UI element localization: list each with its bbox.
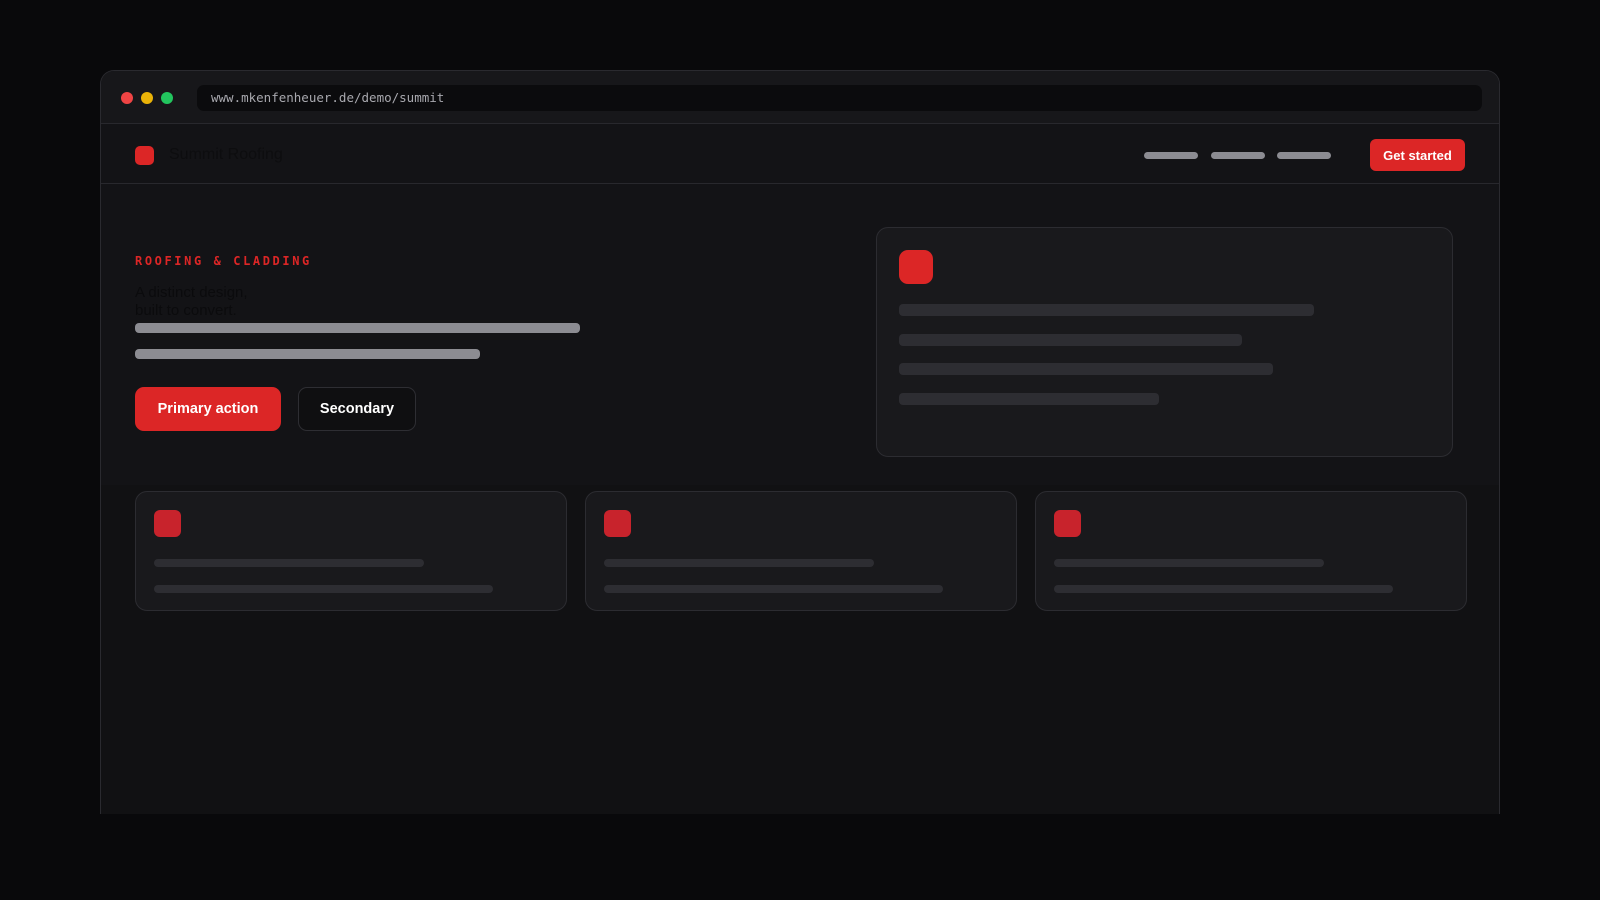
brand-logo-icon bbox=[135, 146, 154, 165]
feature-text-placeholder bbox=[154, 559, 424, 567]
feature-card bbox=[135, 491, 567, 611]
site-header: Summit Roofing Get started bbox=[101, 124, 1499, 184]
feature-text-placeholder bbox=[154, 585, 493, 593]
secondary-button[interactable]: Secondary bbox=[298, 387, 416, 431]
features-section bbox=[101, 485, 1499, 814]
feature-text-placeholder bbox=[604, 585, 943, 593]
card-text-placeholder bbox=[899, 304, 1314, 316]
hero-section: ROOFING & CLADDING A distinct design, bu… bbox=[101, 184, 1499, 484]
hero-text-placeholder bbox=[135, 349, 480, 359]
hero-headline-line: built to convert. bbox=[135, 302, 237, 319]
primary-action-button[interactable]: Primary action bbox=[135, 387, 281, 431]
browser-window: www.mkenfenheuer.de/demo/summit Summit R… bbox=[100, 70, 1500, 814]
feature-card bbox=[1035, 491, 1467, 611]
feature-icon bbox=[1054, 510, 1081, 537]
minimize-window-dot[interactable] bbox=[141, 92, 153, 104]
hero-preview-card bbox=[876, 227, 1453, 457]
hero-headline: A distinct design, built to convert. bbox=[135, 284, 248, 320]
close-window-dot[interactable] bbox=[121, 92, 133, 104]
card-icon bbox=[899, 250, 933, 284]
hero-eyebrow: ROOFING & CLADDING bbox=[135, 254, 312, 268]
nav-link-placeholder[interactable] bbox=[1211, 152, 1265, 159]
browser-chrome: www.mkenfenheuer.de/demo/summit bbox=[101, 71, 1499, 124]
feature-text-placeholder bbox=[1054, 559, 1324, 567]
feature-text-placeholder bbox=[1054, 585, 1393, 593]
card-text-placeholder bbox=[899, 393, 1159, 405]
feature-card bbox=[585, 491, 1017, 611]
address-bar[interactable]: www.mkenfenheuer.de/demo/summit bbox=[197, 85, 1482, 111]
maximize-window-dot[interactable] bbox=[161, 92, 173, 104]
hero-headline-line: A distinct design, bbox=[135, 284, 248, 301]
hero-text-placeholder bbox=[135, 323, 580, 333]
feature-icon bbox=[154, 510, 181, 537]
card-text-placeholder bbox=[899, 334, 1242, 346]
nav-link-placeholder[interactable] bbox=[1144, 152, 1198, 159]
nav-link-placeholder[interactable] bbox=[1277, 152, 1331, 159]
feature-icon bbox=[604, 510, 631, 537]
get-started-button[interactable]: Get started bbox=[1370, 139, 1465, 171]
brand-name[interactable]: Summit Roofing bbox=[169, 146, 283, 164]
card-text-placeholder bbox=[899, 363, 1273, 375]
feature-text-placeholder bbox=[604, 559, 874, 567]
